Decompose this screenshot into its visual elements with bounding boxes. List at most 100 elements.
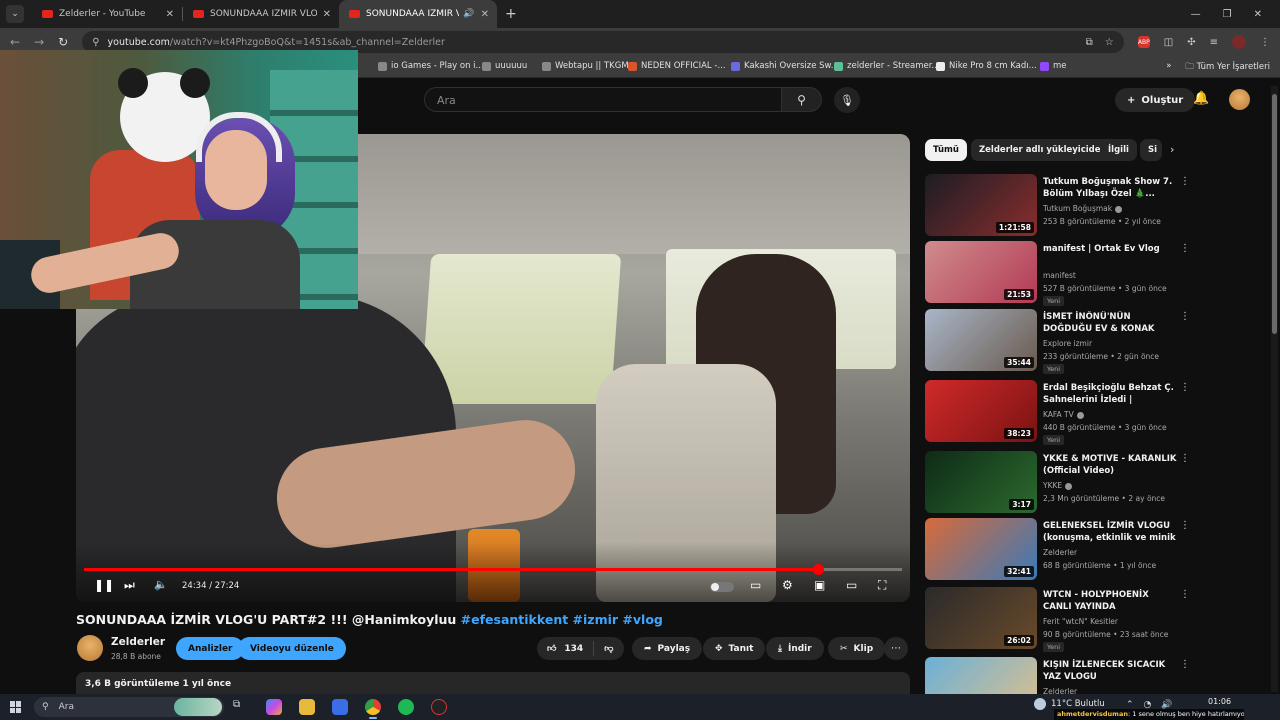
copilot-icon[interactable] (266, 699, 282, 715)
video-thumbnail[interactable]: 21:53 (925, 241, 1037, 303)
recommendation-item[interactable]: 3:17 YKKE & MOTIVE - KARANLIK (Official V… (925, 451, 1190, 515)
clock[interactable]: 01:06 (1208, 696, 1231, 707)
tab-search-icon[interactable]: ⌄ (6, 5, 24, 23)
reload-icon[interactable]: ↻ (58, 35, 68, 49)
subtitles-icon[interactable]: ▭ (750, 578, 761, 592)
search-button[interactable]: ⚲ (781, 87, 822, 112)
hashtags[interactable]: #efesantikkent #izmir #vlog (461, 612, 663, 627)
bookmark-item[interactable]: me (1040, 61, 1067, 71)
channel-avatar[interactable] (77, 635, 103, 661)
tab-izmir-vlog-1[interactable]: SONUNDAAA İZMİR VLOG'U PA ✕ (183, 0, 339, 28)
fullscreen-icon[interactable]: ⛶ (878, 578, 886, 593)
chrome-icon[interactable] (365, 699, 381, 719)
recommendation-item[interactable]: 21:53 manifest | Ortak Ev Vlog manifest 527… (925, 241, 1190, 306)
recommendation-title[interactable]: YKKE & MOTIVE - KARANLIK (Official Video… (1043, 453, 1179, 477)
more-vertical-icon[interactable]: ⋮ (1180, 382, 1190, 393)
more-vertical-icon[interactable]: ⋮ (1180, 453, 1190, 464)
video-thumbnail[interactable]: 1:21:58 (925, 174, 1037, 236)
close-tab-icon[interactable]: ✕ (475, 9, 489, 20)
bookmark-star-icon[interactable]: ☆ (1105, 37, 1114, 48)
chip-partial[interactable]: Si (1140, 139, 1162, 161)
menu-kebab-icon[interactable]: ⋮ (1260, 37, 1270, 48)
recommendation-item[interactable]: 35:44 İSMET İNÖNÜ'NÜN DOĞDUĞU EV & KONAK … (925, 309, 1190, 374)
theater-mode-icon[interactable]: ▭ (846, 578, 857, 592)
spotify-icon[interactable] (398, 699, 414, 715)
settings-gear-icon[interactable]: ⚙ (782, 578, 793, 592)
recommendation-channel[interactable]: Zelderler (1043, 548, 1077, 557)
recommendation-channel[interactable]: Explore izmir (1043, 339, 1092, 348)
page-scrollbar[interactable] (1271, 86, 1278, 692)
next-video-icon[interactable]: ⏭ (124, 578, 135, 593)
more-vertical-icon[interactable]: ⋮ (1180, 243, 1190, 254)
more-vertical-icon[interactable]: ⋮ (1180, 520, 1190, 531)
voice-search-button[interactable]: 🎙 (834, 87, 860, 113)
bookmark-item[interactable]: io Games - Play on i... (378, 61, 484, 71)
close-window-icon[interactable]: ✕ (1254, 9, 1262, 20)
channel-name[interactable]: Zelderler (111, 636, 165, 648)
dislike-button[interactable]: 👎︎ (594, 644, 623, 654)
more-actions-button[interactable]: ⋯ (884, 637, 908, 660)
back-icon[interactable]: ← (10, 35, 20, 49)
obs-icon[interactable] (431, 699, 447, 715)
media-control-icon[interactable]: ≡ (1210, 37, 1218, 48)
more-vertical-icon[interactable]: ⋮ (1180, 659, 1190, 670)
bookmark-item[interactable]: Nike Pro 8 cm Kadı... (936, 61, 1037, 71)
recommendation-channel[interactable]: Tutkum Boğuşmak (1043, 204, 1123, 213)
recommendation-title[interactable]: İSMET İNÖNÜ'NÜN DOĞDUĞU EV & KONAK İZMİR… (1043, 311, 1179, 335)
recommendation-title[interactable]: WTCN - HOLYPHOENİX CANLI YAYINDA YÜZLEŞİ… (1043, 589, 1179, 613)
chevron-right-icon[interactable]: › (1170, 143, 1174, 156)
bookmark-item[interactable]: Webtapu || TKGM (542, 61, 629, 71)
share-button[interactable]: ➦ Paylaş (632, 637, 703, 660)
minimize-icon[interactable]: — (1191, 9, 1201, 20)
bookmark-item[interactable]: Kakashi Oversize Sw... (731, 61, 839, 71)
edit-video-button[interactable]: Videoyu düzenle (238, 637, 346, 660)
all-bookmarks[interactable]: 🗀 Tüm Yer İşaretleri (1185, 61, 1270, 75)
video-thumbnail[interactable]: 32:41 (925, 518, 1037, 580)
profile-icon[interactable] (1232, 35, 1246, 49)
close-tab-icon[interactable]: ✕ (160, 9, 174, 20)
like-button[interactable]: 👍︎ 134 (537, 641, 595, 656)
pause-icon[interactable]: ❚❚ (94, 578, 114, 592)
download-button[interactable]: ⤓ İndir (766, 637, 824, 660)
chip-related[interactable]: İlgili (1100, 139, 1137, 161)
tab-zelderler-youtube[interactable]: Zelderler - YouTube ✕ (32, 0, 182, 28)
analytics-button[interactable]: Analizler (176, 637, 245, 660)
video-thumbnail[interactable]: 3:17 (925, 451, 1037, 513)
windows-start-icon[interactable] (10, 701, 22, 713)
recommendation-channel[interactable]: KAFA TV (1043, 410, 1084, 419)
recommendation-title[interactable]: Erdal Beşikçioğlu Behzat Ç. Sahnelerini … (1043, 382, 1179, 406)
video-thumbnail[interactable]: 35:44 (925, 309, 1037, 371)
forward-icon[interactable]: → (34, 35, 44, 49)
new-tab-button[interactable]: + (505, 6, 517, 22)
task-view-icon[interactable]: ⧉ (233, 699, 249, 715)
tab-izmir-vlog-active[interactable]: SONUNDAAA İZMİR VLOG'U 🔊 ✕ (339, 0, 497, 28)
chip-all[interactable]: Tümü (925, 139, 967, 161)
recommendation-title[interactable]: KIŞIN İZLENECEK SICACIK YAZ VLOGU (1043, 659, 1179, 683)
chip-from-uploader[interactable]: Zelderler adlı yükleyiciden (971, 139, 1115, 161)
recommendation-item[interactable]: 32:41 GELENEKSEL İZMİR VLOGU (konuşma, et… (925, 518, 1190, 582)
recommendation-title[interactable]: GELENEKSEL İZMİR VLOGU (konuşma, etkinli… (1043, 520, 1179, 544)
video-thumbnail[interactable]: 38:23 (925, 380, 1037, 442)
site-info-icon[interactable]: ⚲ (92, 37, 99, 48)
volume-icon[interactable]: 🔈 (154, 578, 168, 591)
microsoft-store-icon[interactable] (332, 699, 348, 715)
progress-bar[interactable] (84, 564, 902, 575)
recommendation-title[interactable]: manifest | Ortak Ev Vlog (1043, 243, 1179, 255)
extension-icon[interactable]: ◫ (1164, 37, 1173, 48)
taskbar-search[interactable]: ⚲ Ara (34, 697, 224, 717)
bookmark-item[interactable]: uuuuuu (482, 61, 527, 71)
bookmark-item[interactable]: zelderler - Streamer... (834, 61, 940, 71)
puzzle-icon[interactable]: ✣ (1187, 37, 1195, 48)
miniplayer-icon[interactable]: ▣ (814, 578, 825, 592)
recommendation-item[interactable]: 1:21:58 Tutkum Boğuşmak Show 7. Bölüm Yıl… (925, 174, 1190, 238)
recommendation-item[interactable]: 26:02 WTCN - HOLYPHOENİX CANLI YAYINDA YÜ… (925, 587, 1190, 652)
speaker-icon[interactable]: 🔊 (463, 9, 474, 19)
more-vertical-icon[interactable]: ⋮ (1180, 311, 1190, 322)
recommendation-title[interactable]: Tutkum Boğuşmak Show 7. Bölüm Yılbaşı Öz… (1043, 176, 1179, 200)
search-input[interactable]: Ara (424, 87, 781, 112)
more-vertical-icon[interactable]: ⋮ (1180, 589, 1190, 600)
scrollbar-thumb[interactable] (1272, 94, 1277, 334)
recommendation-channel[interactable]: YKKE (1043, 481, 1073, 490)
clip-button[interactable]: ✂ Klip (828, 637, 886, 660)
restore-icon[interactable]: ❐ (1223, 9, 1232, 20)
